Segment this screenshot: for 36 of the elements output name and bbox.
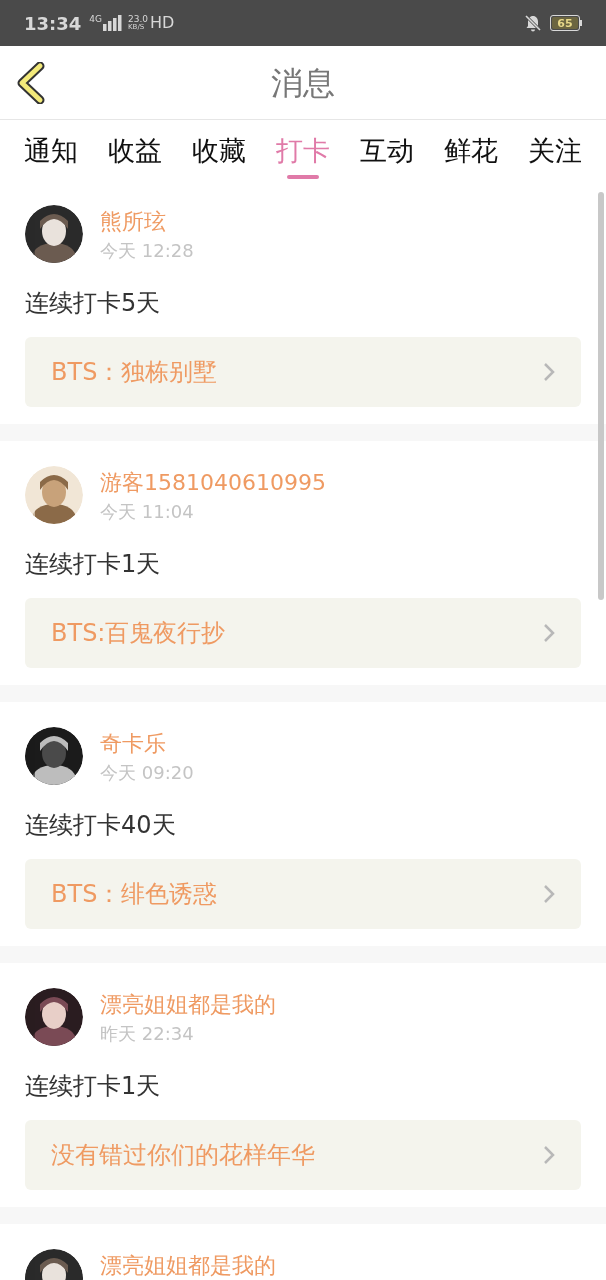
book-link[interactable]: BTS：独栋别墅 [25,337,581,407]
chevron-right-icon [543,623,555,643]
timestamp: 今天 09:20 [100,761,194,785]
book-link[interactable]: BTS：绯色诱惑 [25,859,581,929]
battery-level: 65 [557,17,573,29]
message-text: 连续打卡5天 [25,288,162,319]
network-type: 4G [89,14,102,24]
timestamp: 今天 12:28 [100,239,194,263]
user-name[interactable]: 漂亮姐姐都是我的 [100,990,276,1020]
speed-value: 23.0 [128,15,149,24]
user-name[interactable]: 奇卡乐 [100,729,194,759]
book-link[interactable]: BTS:百鬼夜行抄 [25,598,581,668]
book-link[interactable]: 没有错过你们的花样年华 [25,1120,581,1190]
tab[interactable]: 收藏 [182,120,256,182]
tab[interactable]: 通知 [14,120,88,182]
user-name[interactable]: 游客1581040610995 [100,468,326,498]
tab[interactable]: 鲜花 [434,120,508,182]
user-name[interactable]: 熊所玹 [100,207,194,237]
chevron-right-icon [543,362,555,382]
signal-icon [103,15,123,31]
chevron-right-icon [543,884,555,904]
timestamp: 昨天 22:34 [100,1022,195,1046]
tab[interactable]: 打卡 [266,120,340,182]
timestamp: 今天 11:04 [100,500,195,524]
muted-bell-icon [524,14,542,32]
chevron-right-icon [543,1145,555,1165]
page-title: 消息 [271,62,335,104]
message-text: 连续打卡40天 [25,810,177,841]
tab[interactable]: 收益 [98,120,172,182]
message-text: 连续打卡1天 [25,1071,162,1102]
clock: 13:34 [24,11,82,36]
hd-label: HD [150,12,175,34]
tab[interactable]: 互动 [350,120,424,182]
message-text: 连续打卡1天 [25,549,162,580]
user-name[interactable]: 漂亮姐姐都是我的 [100,1251,276,1280]
tab[interactable]: 关注 [518,120,592,182]
